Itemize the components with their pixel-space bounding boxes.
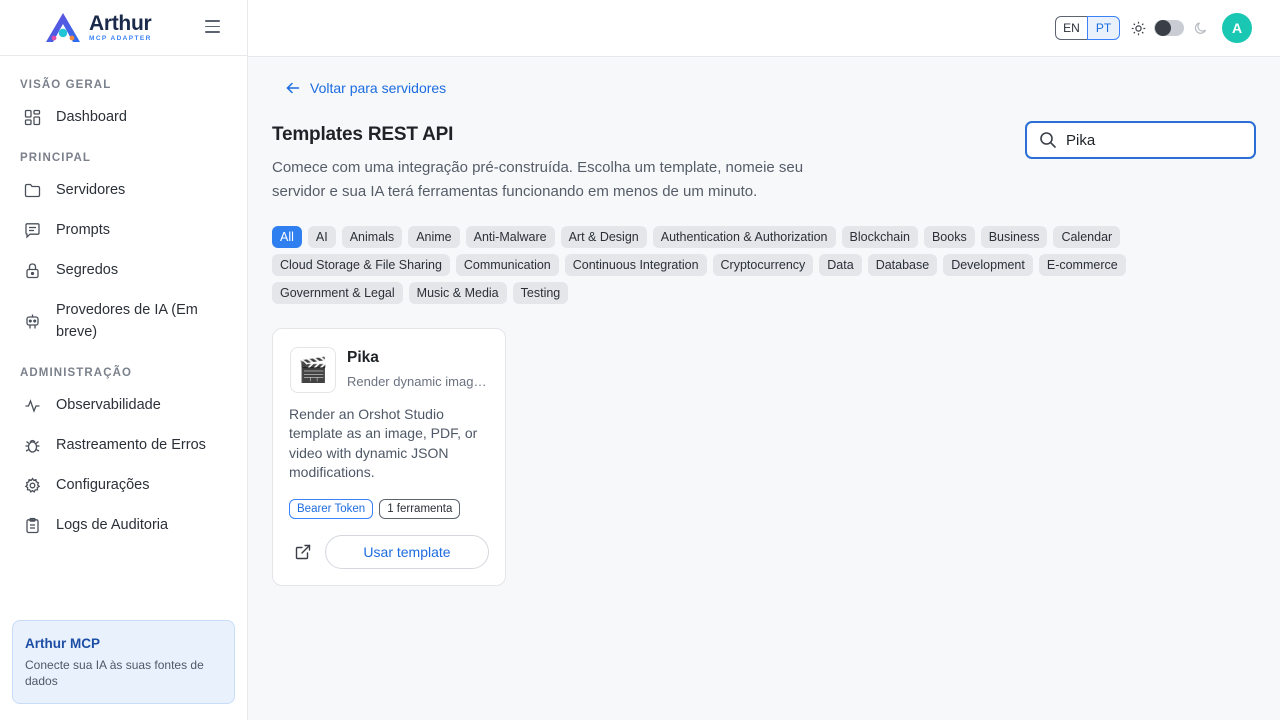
page-title: Templates REST API [272, 124, 454, 145]
category-chip[interactable]: Testing [512, 282, 569, 304]
category-filter-bar: All AI Animals Anime Anti-Malware Art & Desig… [272, 226, 1172, 304]
dashboard-icon [24, 109, 41, 126]
sidebar-item-label: Configurações [56, 477, 150, 493]
theme-toggle-knob [1155, 20, 1171, 36]
topbar: EN PT A [248, 0, 1280, 57]
search-icon [1040, 132, 1056, 148]
clipboard-icon [26, 517, 39, 534]
lang-en-button[interactable]: EN [1055, 16, 1088, 40]
brand-name: Arthur [89, 11, 152, 35]
clapperboard-icon: 🎬 [290, 347, 336, 393]
use-template-button[interactable]: Usar template [325, 535, 489, 569]
message-icon [25, 223, 40, 239]
sidebar-item-settings[interactable]: Configurações [24, 476, 224, 496]
promo-text: Conecte sua IA às suas fontes de dados [25, 658, 204, 688]
menu-toggle-icon[interactable] [205, 20, 220, 34]
auth-type-badge: Bearer Token [289, 499, 374, 519]
nav-section-main: PRINCIPAL [20, 152, 92, 164]
sidebar-item-dashboard[interactable]: Dashboard [24, 108, 224, 128]
template-card-pika[interactable]: 🎬 Pika Render dynamic images... Render a… [272, 328, 506, 586]
category-chip[interactable]: AI [307, 226, 336, 248]
sidebar-item-label: Rastreamento de Erros [56, 437, 206, 453]
tools-count-badge: 1 ferramenta [379, 499, 461, 519]
arrow-left-icon [286, 82, 300, 94]
category-chip[interactable]: Communication [455, 254, 559, 276]
lang-pt-button[interactable]: PT [1087, 16, 1120, 40]
sidebar-item-secrets[interactable]: Segredos [24, 261, 224, 281]
sidebar-item-ai-providers[interactable]: Provedores de IA (Em breve) [24, 301, 224, 343]
lock-icon [26, 263, 39, 279]
sidebar: Arthur MCP ADAPTER VISÃO GERAL Dashboard… [0, 0, 248, 720]
sidebar-item-audit-logs[interactable]: Logs de Auditoria [24, 516, 224, 536]
promo-card: Arthur MCP Conecte sua IA às suas fontes… [12, 620, 235, 704]
sidebar-item-observability[interactable]: Observabilidade [24, 396, 224, 416]
sidebar-item-label: Provedores de IA (Em breve) [56, 302, 198, 340]
language-switcher: EN PT [1055, 16, 1120, 40]
template-name: Pika [347, 349, 379, 366]
sidebar-item-label: Segredos [56, 262, 119, 278]
category-chip[interactable]: Authentication & Authorization [652, 226, 836, 248]
category-chip[interactable]: Continuous Integration [564, 254, 707, 276]
brand-subtitle: MCP ADAPTER [89, 34, 152, 42]
template-description: Render an Orshot Studio template as an i… [289, 406, 478, 481]
category-chip[interactable]: Anti-Malware [465, 226, 555, 248]
category-chip[interactable]: All [272, 226, 302, 248]
external-link-icon[interactable] [295, 544, 311, 560]
bug-icon [25, 439, 40, 453]
nav-section-admin: ADMINISTRAÇÃO [20, 367, 133, 379]
theme-toggle[interactable] [1154, 20, 1184, 36]
folder-icon [24, 183, 41, 198]
nav-section-overview: VISÃO GERAL [20, 79, 112, 91]
category-chip[interactable]: Blockchain [841, 226, 918, 248]
category-chip[interactable]: Animals [341, 226, 403, 248]
search-box [1025, 121, 1256, 159]
promo-title: Arthur MCP [25, 636, 100, 651]
sidebar-item-label: Servidores [56, 182, 126, 198]
category-chip[interactable]: Data [819, 254, 862, 276]
arthur-logo-icon[interactable] [43, 11, 83, 45]
category-chip[interactable]: Art & Design [560, 226, 647, 248]
page-description: Comece com uma integração pré-construída… [272, 159, 804, 200]
sidebar-item-servers[interactable]: Servidores [24, 181, 224, 201]
category-chip[interactable]: Calendar [1053, 226, 1121, 248]
back-link-label: Voltar para servidores [310, 80, 447, 96]
gear-icon [24, 477, 41, 493]
activity-icon [25, 399, 40, 413]
sidebar-item-label: Prompts [56, 222, 110, 238]
moon-icon [1194, 22, 1207, 34]
category-chip[interactable]: Anime [408, 226, 460, 248]
sidebar-item-label: Observabilidade [56, 397, 161, 413]
category-chip[interactable]: Development [943, 254, 1033, 276]
category-chip[interactable]: Government & Legal [272, 282, 403, 304]
sidebar-item-prompts[interactable]: Prompts [24, 221, 224, 241]
category-chip[interactable]: Business [980, 226, 1048, 248]
sidebar-item-error-tracking[interactable]: Rastreamento de Erros [24, 436, 224, 456]
sidebar-item-label: Logs de Auditoria [56, 517, 169, 533]
category-chip[interactable]: Books [923, 226, 975, 248]
category-chip[interactable]: Cloud Storage & File Sharing [272, 254, 450, 276]
back-to-servers-link[interactable]: Voltar para servidores [286, 80, 446, 96]
category-chip[interactable]: Database [867, 254, 938, 276]
sun-icon [1131, 21, 1146, 36]
category-chip[interactable]: Cryptocurrency [712, 254, 814, 276]
logo-bar: Arthur MCP ADAPTER [0, 0, 247, 56]
sidebar-item-label: Dashboard [56, 109, 127, 125]
category-chip[interactable]: E-commerce [1038, 254, 1126, 276]
user-avatar[interactable]: A [1222, 13, 1252, 43]
template-subtitle: Render dynamic images... [347, 374, 489, 389]
category-chip[interactable]: Music & Media [408, 282, 507, 304]
bot-icon [26, 314, 39, 329]
search-input[interactable] [1066, 131, 1246, 149]
